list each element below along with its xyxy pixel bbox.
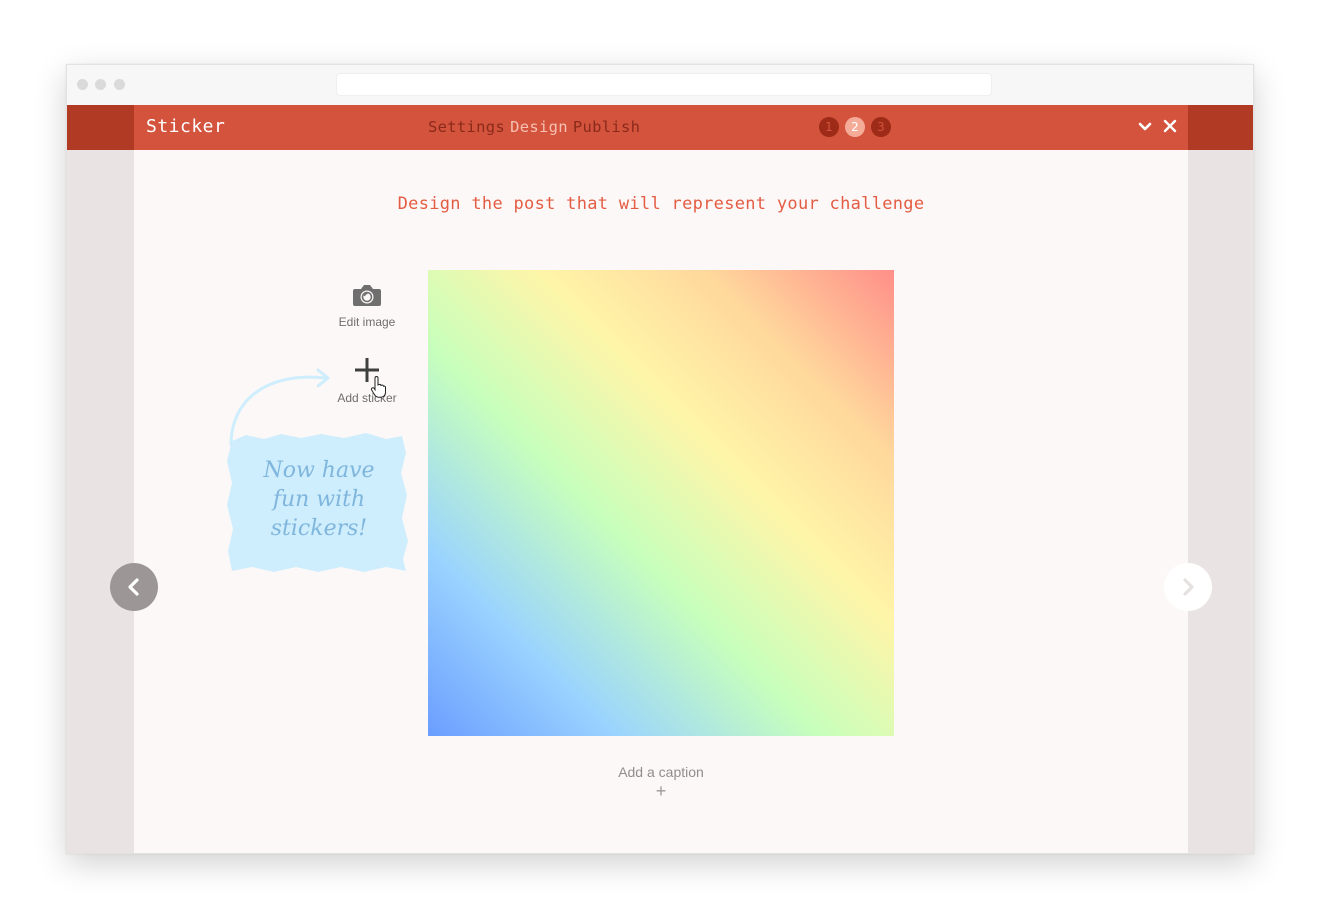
tab-publish[interactable]: Publish [573, 118, 640, 136]
browser-window: Sticker Settings Design Publish 1 2 3 Desi… [66, 64, 1254, 854]
chevron-right-icon [1183, 578, 1194, 596]
post-image-canvas[interactable] [428, 270, 894, 736]
sticker-note-line: stickers! [270, 516, 368, 541]
chevron-left-icon [128, 578, 139, 596]
app-header: Sticker Settings Design Publish 1 2 3 [67, 105, 1253, 150]
add-caption-button[interactable]: Add a caption + [561, 764, 761, 801]
sticker-note-text: Now have fun with stickers! [244, 456, 394, 543]
design-panel: Design the post that will represent your… [110, 150, 1212, 853]
app-title: Sticker [146, 116, 226, 137]
step-number-3[interactable]: 3 [871, 117, 891, 137]
window-maximize-dot[interactable] [114, 79, 125, 90]
hand-cursor-icon [370, 376, 386, 398]
window-minimize-dot[interactable] [95, 79, 106, 90]
add-caption-label: Add a caption [618, 764, 704, 780]
step-tabs: Settings Design Publish [428, 118, 645, 136]
step-number-1[interactable]: 1 [819, 117, 839, 137]
edit-image-button[interactable]: Edit image [312, 282, 422, 329]
address-bar[interactable] [336, 73, 992, 96]
next-step-button[interactable] [1164, 563, 1212, 611]
sticker-note-line: Now have [263, 458, 375, 483]
browser-chrome [67, 65, 1253, 105]
step-indicator: 1 2 3 [819, 117, 891, 137]
close-icon[interactable] [1163, 119, 1177, 133]
previous-step-button[interactable] [110, 563, 158, 611]
edit-image-label: Edit image [338, 315, 396, 329]
camera-icon [353, 285, 381, 306]
step-number-2[interactable]: 2 [845, 117, 865, 137]
sticker-note-line: fun with [272, 487, 366, 512]
tab-design[interactable]: Design [510, 118, 568, 136]
chevron-down-icon[interactable] [1138, 120, 1152, 134]
add-caption-plus-icon: + [655, 781, 667, 801]
tab-settings[interactable]: Settings [428, 118, 505, 136]
window-close-dot[interactable] [77, 79, 88, 90]
page-title: Design the post that will represent your… [397, 194, 925, 214]
app-header-inner: Sticker Settings Design Publish 1 2 3 [134, 105, 1188, 150]
